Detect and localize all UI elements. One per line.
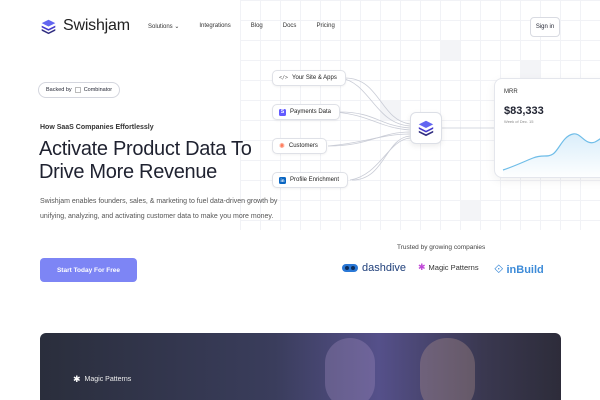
brand-name: inBuild [506,263,544,276]
swishjam-hub [410,112,442,144]
hubspot-icon: ✺ [279,143,285,150]
code-icon: </> [279,75,289,81]
brand-name: dashdive [362,262,407,274]
mrr-label: MRR [504,89,518,95]
trusted-label: Trusted by growing companies [397,244,486,251]
magic-patterns-logo-icon: ✱ [418,262,426,272]
linkedin-icon: in [279,176,286,184]
brand-inbuild: ⟐ inBuild [494,262,544,277]
brand-name: Magic Patterns [428,263,479,272]
source-label: Your Site & Apps [292,75,337,81]
source-label: Customers [288,143,318,149]
video-person [325,338,375,400]
source-customers[interactable]: ✺ Customers [272,138,327,154]
swishjam-hub-icon [418,120,434,137]
dashdive-logo-icon [342,264,358,272]
mrr-sparkline [502,133,600,177]
magic-patterns-logo-icon: ✱ [73,374,81,384]
inbuild-logo-icon: ⟐ [494,262,504,276]
brand-magic-patterns: ✱ Magic Patterns [418,262,479,273]
source-label: Payments Data [290,109,332,115]
source-label: Profile Enrichment [290,177,340,183]
video-brand: ✱ Magic Patterns [73,374,131,385]
mrr-card: MRR $83,333 Week of Dec. 15 [494,78,600,178]
mrr-value: $83,333 [504,105,544,117]
source-payments[interactable]: S Payments Data [272,104,341,120]
source-enrichment[interactable]: in Profile Enrichment [272,172,349,188]
stripe-icon: S [279,108,286,116]
brand-dashdive: dashdive [341,262,406,274]
source-site-apps[interactable]: </> Your Site & Apps [272,70,346,86]
testimonial-video[interactable]: ✱ Magic Patterns [40,333,561,400]
video-person [420,338,475,400]
video-brand-name: Magic Patterns [84,376,132,383]
